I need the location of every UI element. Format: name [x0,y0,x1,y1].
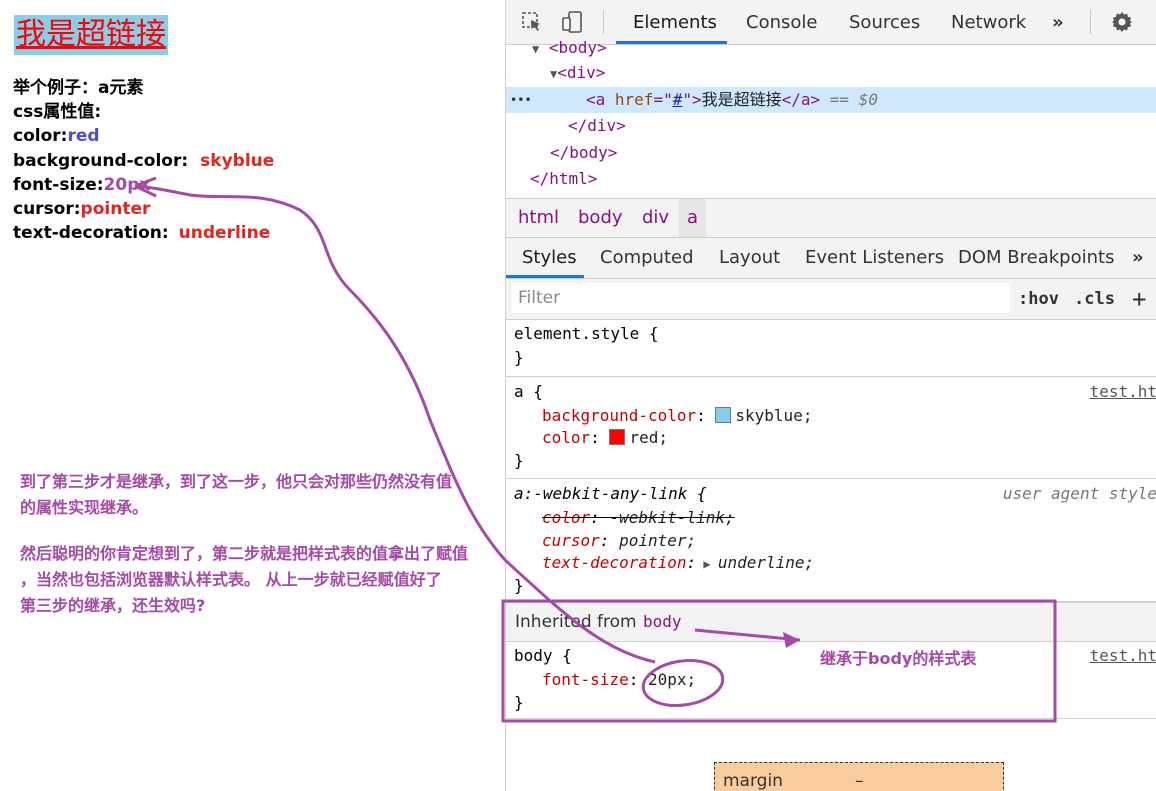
info-line-cursor: cursor:pointer [13,199,151,219]
rule-selector[interactable]: a { [514,381,543,403]
rule-close: } [514,576,524,595]
prop-color[interactable]: color: red; [542,427,668,449]
rule-close: } [514,693,524,712]
add-rule-button[interactable]: + [1132,279,1146,319]
breadcrumb: html body div a [506,198,1156,238]
hyperlink[interactable]: 我是超链接 [14,15,168,55]
inherited-from-header: Inherited from body [506,602,1156,642]
annotation-line: 到了第三步才是继承，到了这一步，他只会对那些仍然没有值 [20,472,453,491]
prop-background-color[interactable]: background-color: skyblue; [542,405,812,427]
color-swatch[interactable] [609,429,626,445]
dom-node-html-close[interactable]: </html> [506,166,1156,192]
device-toolbar-icon[interactable] [560,10,584,34]
settings-gear-icon[interactable] [1110,10,1134,34]
box-model-margin[interactable]: margin – [714,762,1004,791]
styles-filter-bar: :hov .cls + [506,279,1156,320]
filter-input[interactable] [512,283,1010,313]
breadcrumb-html[interactable]: html [518,199,559,237]
color-swatch[interactable] [715,407,732,423]
cls-button[interactable]: .cls [1074,279,1115,319]
dom-tree: ▼ <body> ▼<div> ••• <a href="#">我是超链接</a… [506,38,1156,195]
tab-dom-breakpoints[interactable]: DOM Breakpoints [958,238,1114,278]
info-line-css: css属性值: [13,102,102,122]
rule-selector: a:-webkit-any-link { [514,484,707,503]
expand-triangle-icon[interactable]: ▶ [696,557,718,571]
rule-source-link[interactable]: test.ht [1090,381,1156,403]
rule-close: } [514,451,524,470]
prop-cursor: cursor: pointer; [542,531,697,550]
tab-event-listeners[interactable]: Event Listeners [805,238,944,278]
devtools-panel: Elements Console Sources Network » ▼ <bo… [505,0,1156,791]
dom-node-div[interactable]: ▼<div> [506,60,1156,86]
rendered-page: 我是超链接 举个例子：a元素 css属性值: color:red backgro… [0,0,505,791]
info-line-text-decoration: text-decoration: underline [13,223,271,243]
annotation-line: 然后聪明的你肯定想到了，第二步就是把样式表的值拿出了赋值 [20,544,469,563]
dom-node-body-close[interactable]: </body> [506,140,1156,166]
rule-selector[interactable]: element.style { [514,323,659,345]
tab-computed[interactable]: Computed [600,238,694,278]
hov-button[interactable]: :hov [1018,279,1059,319]
breadcrumb-a[interactable]: a [679,199,707,237]
rule-user-agent: a:-webkit-any-link { user agent style co… [506,480,1156,602]
inherit-note: 继承于body的样式表 [820,649,977,668]
prop-text-decoration: text-decoration: ▶ underline; [542,553,815,572]
breadcrumb-div[interactable]: div [642,199,669,237]
inspect-element-icon[interactable] [520,10,544,34]
rule-source-ua: user agent style [1002,484,1156,503]
node-menu-dots[interactable]: ••• [510,87,532,113]
dom-node-body[interactable]: ▼ <body> [506,35,1156,61]
dom-node-a-selected[interactable]: ••• <a href="#">我是超链接</a> == $0 [506,87,1156,113]
breadcrumb-body[interactable]: body [578,199,623,237]
info-line-color: color:red [13,126,100,146]
info-line-background: background-color: skyblue [13,151,275,171]
annotation-line: 第三步的继承，还生效吗? [20,596,206,615]
annotation-line: 的属性实现继承。 [20,498,149,517]
prop-font-size[interactable]: font-size: 20px; [542,669,696,691]
rule-element-style: element.style { } [506,320,1156,377]
tab-layout[interactable]: Layout [719,238,780,278]
styles-subtabs: Styles Computed Layout Event Listeners D… [506,238,1156,279]
inherited-from-link[interactable]: body [643,603,682,641]
rule-a: a { test.ht background-color: skyblue; c… [506,378,1156,479]
info-line-example: 举个例子：a元素 [13,78,144,98]
rule-source-link[interactable]: test.ht [1090,645,1156,667]
info-line-font-size: font-size:20px [13,175,151,195]
annotation-line: ，当然也包括浏览器默认样式表。 从上一步就已经赋值好了 [20,570,442,589]
rule-close: } [514,348,524,367]
tab-styles[interactable]: Styles [522,238,577,278]
more-subtabs-icon[interactable]: » [1132,238,1144,278]
rule-selector[interactable]: body { [514,645,572,667]
dom-node-div-close[interactable]: </div> [506,113,1156,139]
prop-color-overridden: color: -webkit-link; [542,508,735,527]
